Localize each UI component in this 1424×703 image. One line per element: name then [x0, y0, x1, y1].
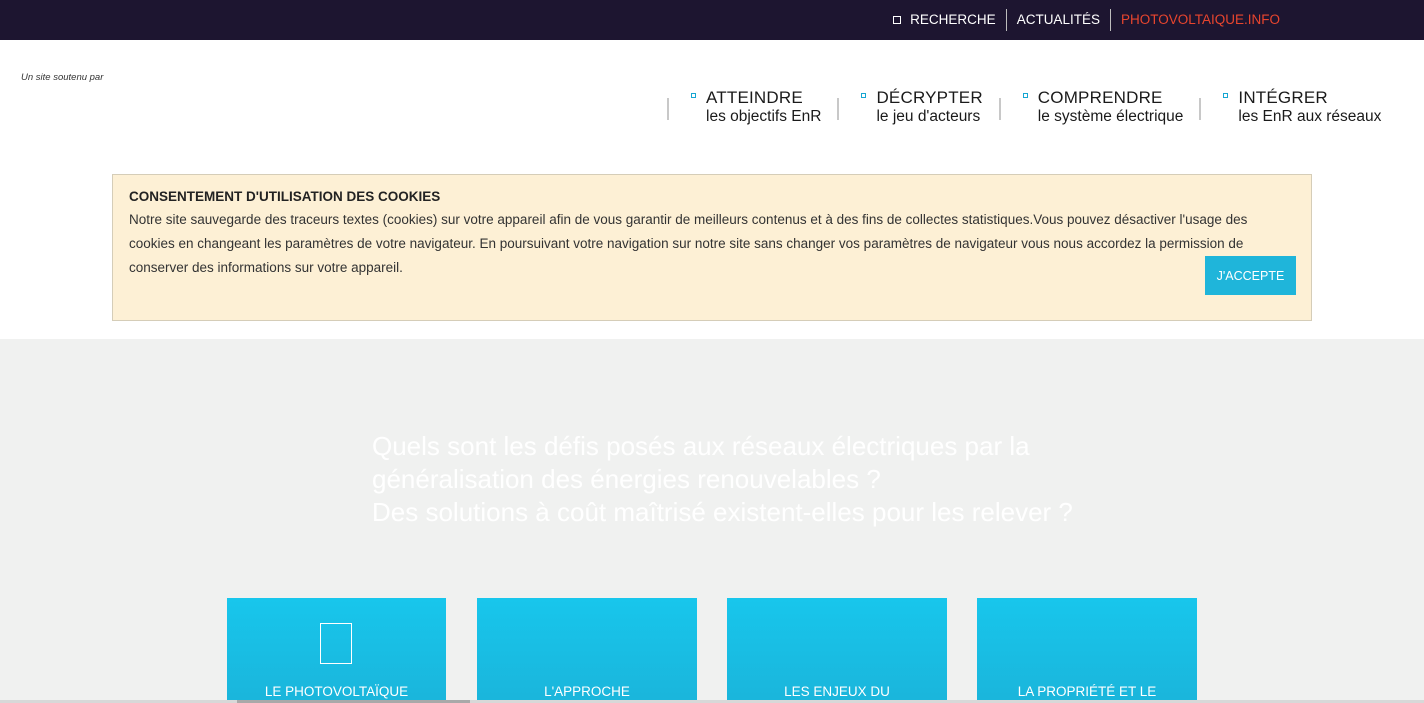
- cookie-banner: CONSENTEMENT D'UTILISATION DES COOKIES N…: [112, 174, 1312, 321]
- topic-cards: LE PHOTOVOLTAÏQUE L'APPROCHE LES ENJEUX …: [227, 598, 1197, 703]
- nav-subtitle: les objectifs EnR: [706, 108, 822, 125]
- search-icon: [893, 16, 902, 24]
- cookie-title: CONSENTEMENT D'UTILISATION DES COOKIES: [129, 189, 441, 204]
- bullet-icon: [691, 93, 696, 98]
- nav-divider: [998, 98, 1001, 120]
- bullet-icon: [861, 93, 867, 98]
- supported-by-text: Un site soutenu par: [21, 72, 104, 83]
- card-photovoltaique[interactable]: LE PHOTOVOLTAÏQUE: [227, 598, 446, 703]
- card-propriete[interactable]: LA PROPRIÉTÉ ET LE: [977, 598, 1197, 703]
- nav-item-atteindre[interactable]: ATTEINDRE les objectifs EnR: [665, 88, 835, 126]
- nav-title: COMPRENDRE: [1037, 88, 1163, 107]
- card-title: LES ENJEUX DU: [784, 684, 890, 699]
- nav-title: INTÉGRER: [1238, 88, 1328, 107]
- hero-line: généralisation des énergies renouvelable…: [372, 464, 881, 494]
- bullet-icon: [1022, 93, 1028, 98]
- nav-divider: [667, 98, 669, 120]
- card-enjeux[interactable]: LES ENJEUX DU: [727, 598, 947, 703]
- bullet-icon: [1223, 93, 1229, 98]
- nav-title: DÉCRYPTER: [876, 88, 983, 107]
- search-label: RECHERCHE: [910, 12, 996, 27]
- search-link[interactable]: RECHERCHE: [883, 9, 1006, 31]
- nav-subtitle: les EnR aux réseaux: [1238, 108, 1382, 125]
- hero-line: Quels sont les défis posés aux réseaux é…: [372, 431, 1030, 461]
- hero-question: Quels sont les défis posés aux réseaux é…: [372, 430, 1092, 529]
- nav-item-integrer[interactable]: INTÉGRER les EnR aux réseaux: [1197, 88, 1395, 126]
- top-links: RECHERCHE ACTUALITÉS PHOTOVOLTAIQUE.INFO: [883, 0, 1290, 40]
- nav-item-decrypter[interactable]: DÉCRYPTER le jeu d'acteurs: [835, 88, 996, 126]
- accept-cookies-button[interactable]: J'ACCEPTE: [1205, 256, 1296, 295]
- nav-subtitle: le système électrique: [1037, 108, 1184, 125]
- photovoltaique-link[interactable]: PHOTOVOLTAIQUE.INFO: [1109, 9, 1290, 31]
- nav-subtitle: le jeu d'acteurs: [876, 108, 981, 125]
- card-title: LA PROPRIÉTÉ ET LE: [1017, 684, 1157, 699]
- card-title: L'APPROCHE: [544, 684, 630, 699]
- cookie-text: Notre site sauvegarde des traceurs texte…: [129, 212, 1248, 275]
- top-bar: RECHERCHE ACTUALITÉS PHOTOVOLTAIQUE.INFO: [0, 0, 1424, 40]
- hero-line: Des solutions à coût maîtrisé existent-e…: [372, 497, 1073, 527]
- card-title: LE PHOTOVOLTAÏQUE: [264, 684, 409, 699]
- nav-title: ATTEINDRE: [706, 88, 803, 107]
- nav-divider: [1199, 98, 1202, 120]
- nav-item-comprendre[interactable]: COMPRENDRE le système électrique: [997, 88, 1198, 126]
- nav-divider: [837, 98, 840, 120]
- main-nav: ATTEINDRE les objectifs EnR DÉCRYPTER le…: [665, 88, 1395, 126]
- solar-panel-icon: [320, 623, 352, 664]
- card-approche[interactable]: L'APPROCHE: [477, 598, 697, 703]
- news-link[interactable]: ACTUALITÉS: [1005, 9, 1110, 31]
